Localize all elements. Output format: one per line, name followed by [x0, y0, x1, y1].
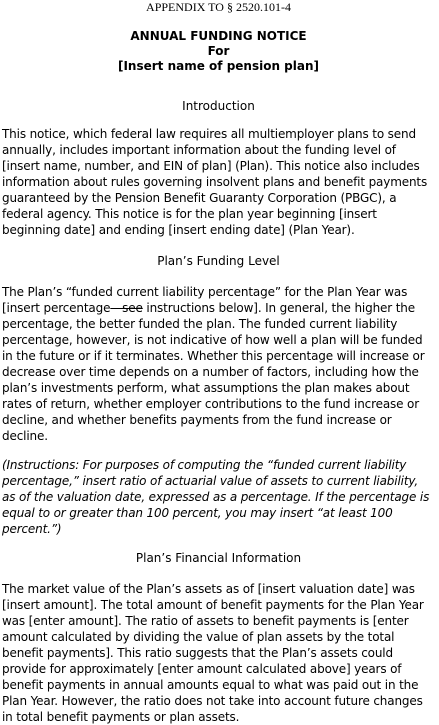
funding-text-end: instructions below]. In general, the hig… — [2, 301, 425, 443]
notice-title: ANNUAL FUNDING NOTICE — [130, 29, 307, 43]
appendix-label: APPENDIX TO § 2520.101-4 — [146, 0, 291, 14]
funding-level-paragraph: The Plan’s “funded current liability per… — [2, 284, 435, 444]
introduction-paragraph: This notice, which federal law requires … — [2, 127, 428, 237]
section-heading-financial-information: Plan’s Financial Information — [135, 551, 302, 565]
document-page: APPENDIX TO § 2520.101-4 ANNUAL FUNDING … — [0, 0, 439, 724]
notice-for: For — [207, 44, 230, 58]
plan-name-placeholder: [Insert name of pension plan] — [117, 59, 320, 73]
section-heading-funding-level: Plan’s Funding Level — [157, 254, 280, 268]
financial-information-paragraph: The market value of the Plan’s assets as… — [2, 582, 424, 724]
instructions-paragraph: (Instructions: For purposes of computing… — [2, 458, 430, 536]
section-heading-introduction: Introduction — [182, 99, 255, 113]
struck-text: —see — [110, 301, 143, 315]
